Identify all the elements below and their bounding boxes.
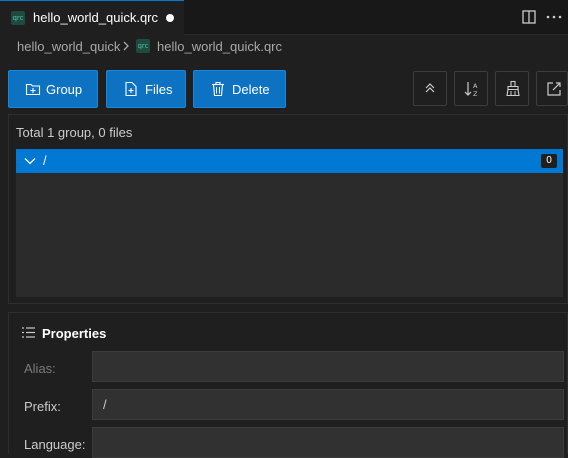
list-icon: [22, 327, 35, 338]
resource-tree[interactable]: / 0: [16, 149, 563, 297]
language-label: Language:: [24, 437, 86, 452]
delete-button[interactable]: Delete: [193, 70, 286, 108]
breadcrumb-folder[interactable]: hello_world_quick: [17, 39, 120, 54]
prefix-field[interactable]: /: [92, 389, 564, 420]
external-link-icon: [547, 82, 561, 96]
add-group-label: Group: [46, 82, 83, 97]
properties-title: Properties: [42, 326, 107, 341]
svg-text:Z: Z: [473, 90, 478, 98]
chevrons-up-icon: [425, 83, 435, 93]
language-field[interactable]: [92, 427, 564, 458]
more-actions-icon[interactable]: [545, 8, 563, 26]
collapse-all-button[interactable]: [413, 71, 447, 106]
alias-field[interactable]: [92, 351, 564, 382]
qrc-file-icon: qrc: [11, 11, 25, 25]
sort-az-icon: A Z: [464, 82, 478, 98]
add-group-button[interactable]: Group: [8, 70, 98, 108]
resource-tree-panel: Total 1 group, 0 files / 0: [8, 114, 568, 304]
file-add-icon: [125, 81, 137, 97]
trash-icon: [212, 81, 224, 97]
editor-tab[interactable]: qrc hello_world_quick.qrc: [0, 0, 184, 35]
breadcrumb-file[interactable]: hello_world_quick.qrc: [157, 39, 282, 54]
add-files-label: Files: [145, 82, 173, 97]
open-external-button[interactable]: [536, 71, 568, 106]
chevron-right-icon: [123, 41, 129, 51]
editor-tab-bar: qrc hello_world_quick.qrc: [0, 0, 568, 35]
delete-label: Delete: [232, 82, 270, 97]
add-files-button[interactable]: Files: [106, 70, 186, 108]
file-count-badge: 0: [541, 154, 557, 168]
svg-text:A: A: [473, 82, 478, 90]
unsaved-dot-icon[interactable]: [166, 14, 174, 22]
chevron-down-icon[interactable]: [23, 154, 37, 168]
tree-summary: Total 1 group, 0 files: [16, 125, 133, 140]
prefix-label: Prefix:: [24, 399, 61, 414]
group-name: /: [43, 153, 47, 168]
tree-row-group[interactable]: / 0: [16, 149, 563, 173]
alias-label: Alias:: [24, 361, 56, 376]
split-editor-icon[interactable]: [520, 8, 538, 26]
folder-add-icon: [25, 83, 41, 96]
properties-panel: Properties Alias: Prefix: / Language:: [8, 312, 568, 458]
tab-title: hello_world_quick.qrc: [33, 10, 159, 25]
breadcrumb: hello_world_quick qrc hello_world_quick.…: [0, 35, 568, 57]
sort-button[interactable]: A Z: [454, 71, 488, 106]
broom-icon: [506, 80, 520, 97]
clean-button[interactable]: [495, 71, 529, 106]
qrc-file-icon: qrc: [136, 39, 150, 53]
